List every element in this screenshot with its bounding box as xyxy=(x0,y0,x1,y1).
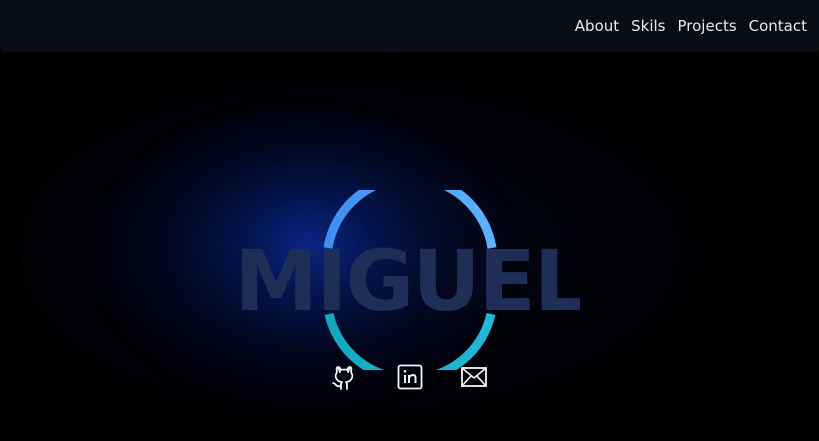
nav-link-contact[interactable]: Contact xyxy=(749,16,807,36)
top-navbar: About Skils Projects Contact xyxy=(0,0,819,52)
github-icon xyxy=(332,366,354,390)
mail-icon xyxy=(461,367,487,387)
mail-link[interactable] xyxy=(459,362,489,392)
social-links xyxy=(0,362,819,392)
nav-link-about[interactable]: About xyxy=(575,16,619,36)
nav-link-skills[interactable]: Skils xyxy=(631,16,665,36)
nav-link-projects[interactable]: Projects xyxy=(678,16,737,36)
github-link[interactable] xyxy=(329,362,359,392)
main-nav: About Skils Projects Contact xyxy=(575,16,807,36)
linkedin-link[interactable] xyxy=(395,362,425,392)
logo-text: MIGUEL xyxy=(240,232,580,330)
linkedin-icon xyxy=(397,364,423,390)
page: About Skils Projects Contact MIGUEL xyxy=(0,0,819,441)
miguel-logo: MIGUEL xyxy=(240,190,580,370)
